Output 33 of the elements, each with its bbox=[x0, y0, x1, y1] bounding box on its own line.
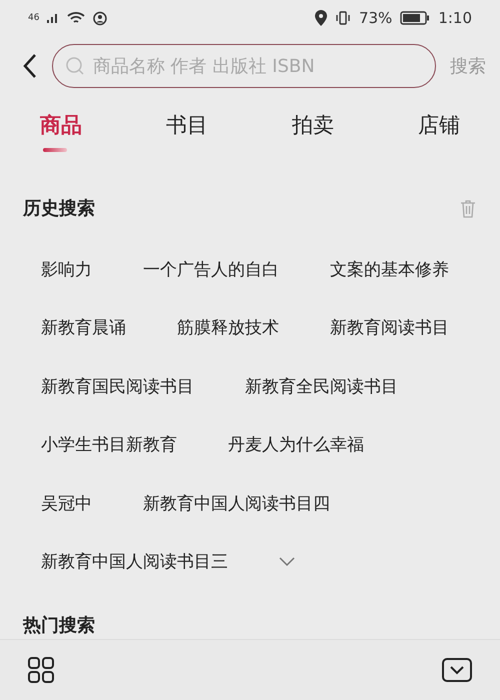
history-item[interactable]: 筋膜释放技术 bbox=[177, 316, 279, 340]
tab[interactable]: 店铺 bbox=[418, 108, 460, 154]
history-item[interactable]: 影响力 bbox=[41, 258, 92, 281]
history-item[interactable]: 吴冠中 bbox=[41, 492, 92, 515]
wifi-icon bbox=[67, 11, 86, 25]
battery-icon bbox=[400, 11, 430, 25]
history-item[interactable]: 新教育中国人阅读书目三 bbox=[41, 550, 228, 574]
history-item[interactable]: 新教育中国人阅读书目四 bbox=[143, 492, 330, 515]
tab[interactable]: 商品 bbox=[40, 108, 82, 154]
history-item[interactable]: 新教育晨诵 bbox=[41, 316, 126, 340]
search-icon bbox=[65, 56, 85, 76]
section-title: 历史搜索 bbox=[23, 197, 95, 220]
network-label: 46 bbox=[28, 13, 40, 23]
history-item[interactable]: 一个广告人的自白 bbox=[143, 258, 279, 281]
tab[interactable]: 书目 bbox=[166, 108, 208, 154]
history-item[interactable]: 丹麦人为什么幸福 bbox=[228, 433, 364, 456]
signal-icon bbox=[47, 13, 60, 23]
battery-percent: 73% bbox=[358, 9, 392, 27]
tab[interactable]: 拍卖 bbox=[292, 108, 334, 154]
clock-time: 1:10 bbox=[438, 9, 472, 27]
search-field[interactable]: 商品名称 作者 出版社 ISBN bbox=[52, 44, 436, 88]
grid-icon[interactable] bbox=[28, 657, 54, 683]
location-icon bbox=[314, 10, 327, 26]
history-item[interactable]: 小学生书目新教育 bbox=[41, 433, 177, 456]
keyboard-hide-icon[interactable] bbox=[442, 658, 472, 682]
history-item[interactable]: 文案的基本修养 bbox=[330, 258, 449, 281]
section-title: 热门搜索 bbox=[23, 615, 95, 636]
history-item[interactable]: 新教育国民阅读书目 bbox=[41, 374, 194, 398]
history-item[interactable]: 新教育阅读书目 bbox=[330, 316, 449, 340]
expand-chevron-icon[interactable] bbox=[279, 556, 295, 567]
history-item[interactable]: 新教育全民阅读书目 bbox=[245, 374, 398, 398]
back-button[interactable] bbox=[22, 53, 38, 79]
vibrate-icon bbox=[334, 11, 351, 25]
